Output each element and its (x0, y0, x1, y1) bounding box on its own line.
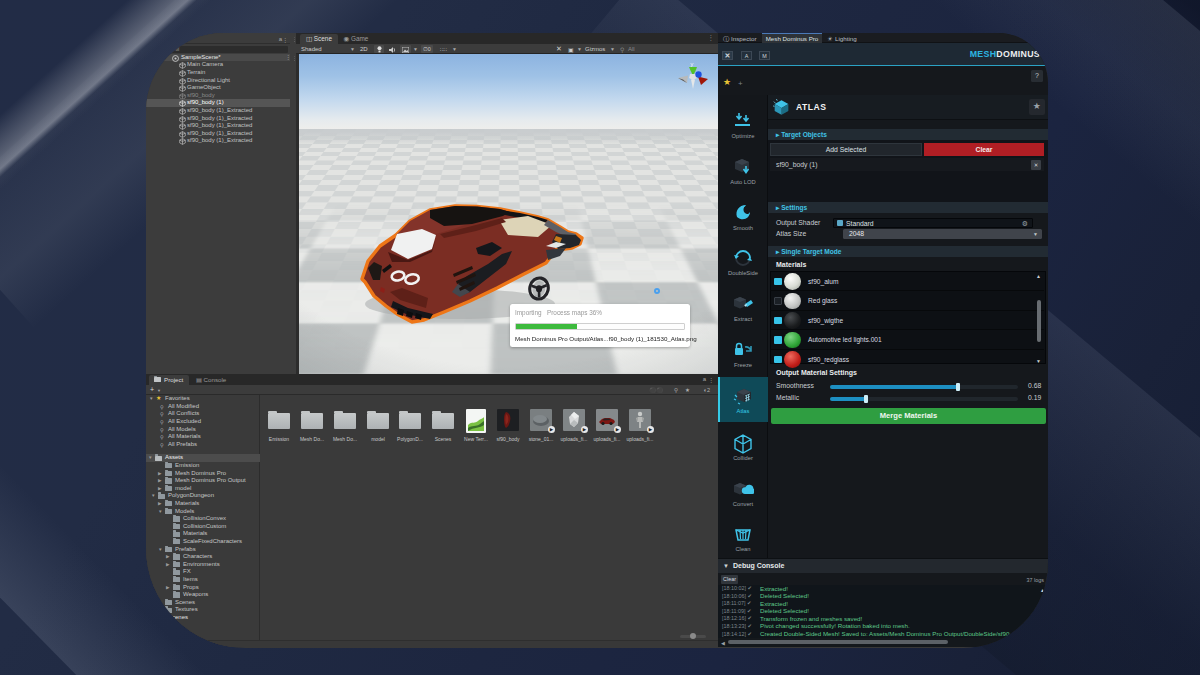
svg-text:y: y (691, 61, 694, 67)
